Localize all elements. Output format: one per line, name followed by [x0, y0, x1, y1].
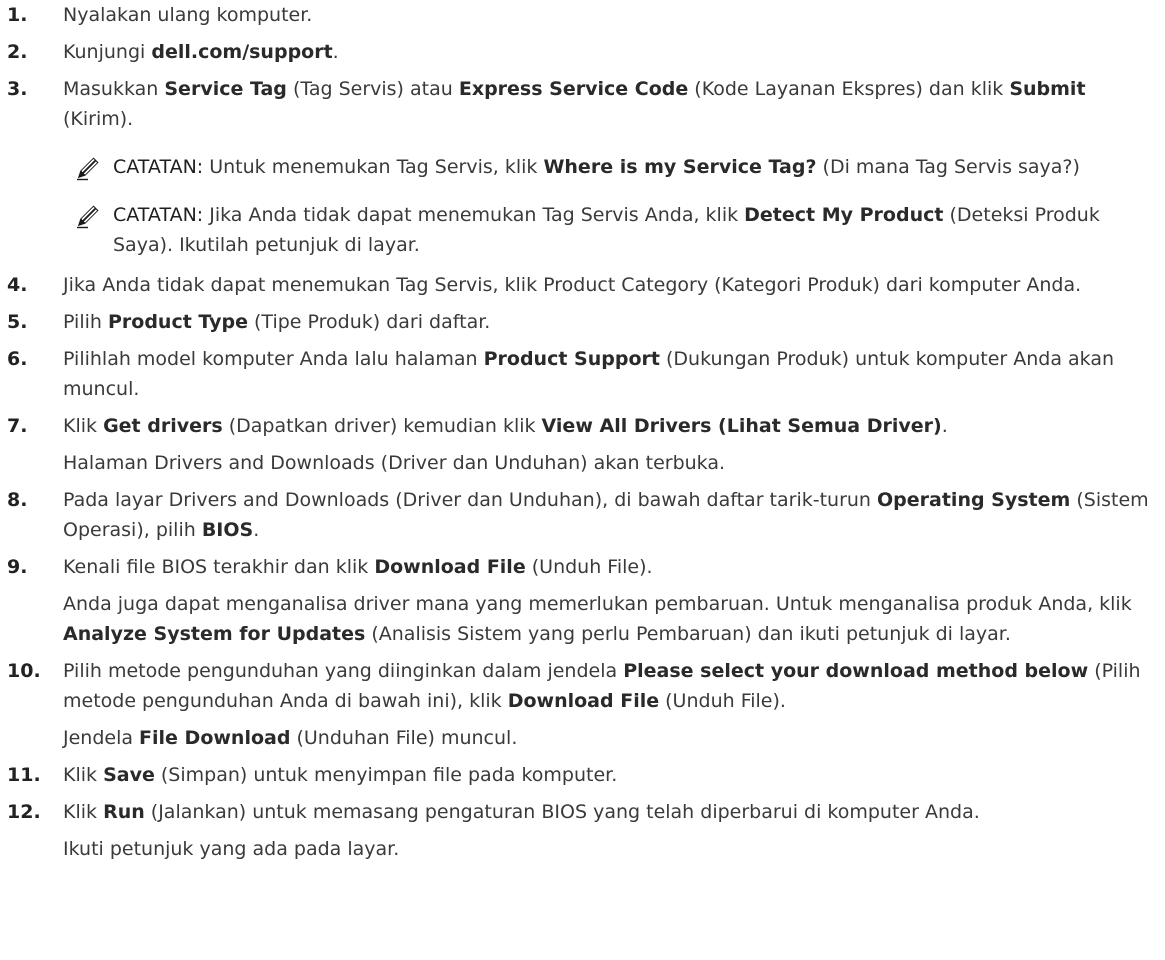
- pencil-note-icon: [74, 154, 102, 182]
- step-item: 11. Klik Save (Simpan) untuk menyimpan fi…: [0, 760, 1155, 790]
- step-text: Pada layar Drivers and Downloads (Driver…: [63, 485, 1155, 545]
- text-run: Pilih metode pengunduhan yang diinginkan…: [63, 660, 624, 682]
- text-run: (Simpan) untuk menyimpan file pada kompu…: [154, 764, 618, 786]
- text-run: Jika Anda tidak dapat menemukan Tag Serv…: [63, 274, 1082, 296]
- bold-term: File Download: [139, 727, 291, 749]
- text-run: Kenali file BIOS terakhir dan klik: [63, 556, 375, 578]
- step-text: Klik Save (Simpan) untuk menyimpan file …: [63, 760, 1155, 790]
- text-run: (Tag Servis) atau: [286, 78, 459, 100]
- text-run: Halaman Drivers and Downloads (Driver da…: [63, 452, 726, 474]
- text-run: Klik: [63, 801, 104, 823]
- step-text: Pilihlah model komputer Anda lalu halama…: [63, 344, 1155, 404]
- text-run: (Unduhan File) muncul.: [290, 727, 518, 749]
- bold-term: Analyze System for Updates: [63, 623, 366, 645]
- bold-term: dell.com/support: [151, 41, 333, 63]
- step-number: 9.: [7, 556, 28, 578]
- step-text: Nyalakan ulang komputer.: [63, 0, 1155, 30]
- text-run: (Unduh File).: [525, 556, 653, 578]
- text-run: .: [253, 519, 260, 541]
- note-block: CATATAN: Jika Anda tidak dapat menemukan…: [63, 200, 1155, 260]
- text-run: Pilih: [63, 311, 108, 333]
- text-run: Kunjungi: [63, 41, 152, 63]
- text-run: Jika Anda tidak dapat menemukan Tag Serv…: [203, 204, 745, 226]
- step-number: 12.: [7, 801, 41, 823]
- instruction-document: 1. Nyalakan ulang komputer. 2. Kunjungi del…: [0, 0, 1165, 864]
- bold-term: Run: [103, 801, 145, 823]
- text-run: Anda juga dapat menganalisa driver mana …: [63, 593, 1132, 615]
- step-item: 6. Pilihlah model komputer Anda lalu hala…: [0, 344, 1155, 404]
- step-number: 3.: [7, 78, 28, 100]
- text-run: (Dapatkan driver) kemudian klik: [222, 415, 542, 437]
- bold-term: Service Tag: [164, 78, 287, 100]
- bold-term: Product Type: [107, 311, 248, 333]
- text-run: Masukkan: [63, 78, 165, 100]
- text-run: (Tipe Produk) dari daftar.: [247, 311, 491, 333]
- step-item: 1. Nyalakan ulang komputer.: [0, 0, 1155, 30]
- bold-term: Detect My Product: [744, 204, 944, 226]
- text-run: Klik: [63, 415, 104, 437]
- text-run: (Analisis Sistem yang perlu Pembaruan) d…: [365, 623, 1011, 645]
- step-number: 2.: [7, 41, 28, 63]
- step-text: Pilih Product Type (Tipe Produk) dari da…: [63, 307, 1155, 337]
- step-number: 10.: [7, 660, 41, 682]
- step-number: 7.: [7, 415, 28, 437]
- step-item: 9. Kenali file BIOS terakhir dan klik Dow…: [0, 552, 1155, 649]
- bold-term: Product Support: [483, 348, 660, 370]
- step-text: Masukkan Service Tag (Tag Servis) atau E…: [63, 74, 1155, 134]
- step-text: Jika Anda tidak dapat menemukan Tag Serv…: [63, 270, 1155, 300]
- text-run: Ikuti petunjuk yang ada pada layar.: [63, 838, 400, 860]
- step-text: Kenali file BIOS terakhir dan klik Downl…: [63, 552, 1155, 582]
- bold-term: Express Service Code: [458, 78, 689, 100]
- step-item: 7. Klik Get drivers (Dapatkan driver) kem…: [0, 411, 1155, 478]
- step-text: Kunjungi dell.com/support.: [63, 37, 1155, 67]
- note-label: CATATAN:: [113, 204, 204, 226]
- step-item: 5. Pilih Product Type (Tipe Produk) dari …: [0, 307, 1155, 337]
- step-number: 1.: [7, 4, 28, 26]
- pencil-note-icon: [74, 202, 102, 230]
- step-text: Pilih metode pengunduhan yang diinginkan…: [63, 656, 1155, 716]
- bold-term: Get drivers: [103, 415, 223, 437]
- step-number: 8.: [7, 489, 28, 511]
- step-subtext: Anda juga dapat menganalisa driver mana …: [63, 589, 1155, 649]
- text-run: (Kirim).: [63, 108, 134, 130]
- text-run: Pilihlah model komputer Anda lalu halama…: [63, 348, 484, 370]
- text-run: Untuk menemukan Tag Servis, klik: [203, 156, 544, 178]
- step-item: 10. Pilih metode pengunduhan yang diingin…: [0, 656, 1155, 753]
- step-text: Klik Run (Jalankan) untuk memasang penga…: [63, 797, 1155, 827]
- bold-term: Save: [103, 764, 155, 786]
- text-run: .: [332, 41, 339, 63]
- bold-term: Download File: [374, 556, 526, 578]
- bold-term: Please select your download method below: [623, 660, 1089, 682]
- bold-term: Where is my Service Tag?: [543, 156, 817, 178]
- step-item: 2. Kunjungi dell.com/support.: [0, 37, 1155, 67]
- step-number: 6.: [7, 348, 28, 370]
- step-item: 8. Pada layar Drivers and Downloads (Driv…: [0, 485, 1155, 545]
- step-subtext: Ikuti petunjuk yang ada pada layar.: [63, 834, 1155, 864]
- bold-term: Operating System: [877, 489, 1071, 511]
- text-run: (Di mana Tag Servis saya?): [816, 156, 1080, 178]
- bold-term: BIOS: [201, 519, 254, 541]
- step-item: 12. Klik Run (Jalankan) untuk memasang pe…: [0, 797, 1155, 864]
- step-item: 3. Masukkan Service Tag (Tag Servis) atau…: [0, 74, 1155, 260]
- step-number: 4.: [7, 274, 28, 296]
- text-run: .: [941, 415, 948, 437]
- text-run: Klik: [63, 764, 104, 786]
- step-item: 4. Jika Anda tidak dapat menemukan Tag Se…: [0, 270, 1155, 300]
- text-run: Jendela: [63, 727, 140, 749]
- note-block: CATATAN: Untuk menemukan Tag Servis, kli…: [63, 152, 1155, 182]
- bold-term: Submit: [1009, 78, 1086, 100]
- text-run: Nyalakan ulang komputer.: [63, 4, 313, 26]
- bold-term: View All Drivers (Lihat Semua Driver): [541, 415, 942, 437]
- note-label: CATATAN:: [113, 156, 204, 178]
- text-run: Pada layar Drivers and Downloads (Driver…: [63, 489, 878, 511]
- text-run: (Jalankan) untuk memasang pengaturan BIO…: [144, 801, 980, 823]
- step-subtext: Jendela File Download (Unduhan File) mun…: [63, 723, 1155, 753]
- step-text: Klik Get drivers (Dapatkan driver) kemud…: [63, 411, 1155, 441]
- step-number: 5.: [7, 311, 28, 333]
- bold-term: Download File: [507, 690, 660, 712]
- text-run: (Kode Layanan Ekspres) dan klik: [688, 78, 1010, 100]
- text-run: (Unduh File).: [659, 690, 786, 712]
- step-subtext: Halaman Drivers and Downloads (Driver da…: [63, 448, 1155, 478]
- step-number: 11.: [7, 764, 41, 786]
